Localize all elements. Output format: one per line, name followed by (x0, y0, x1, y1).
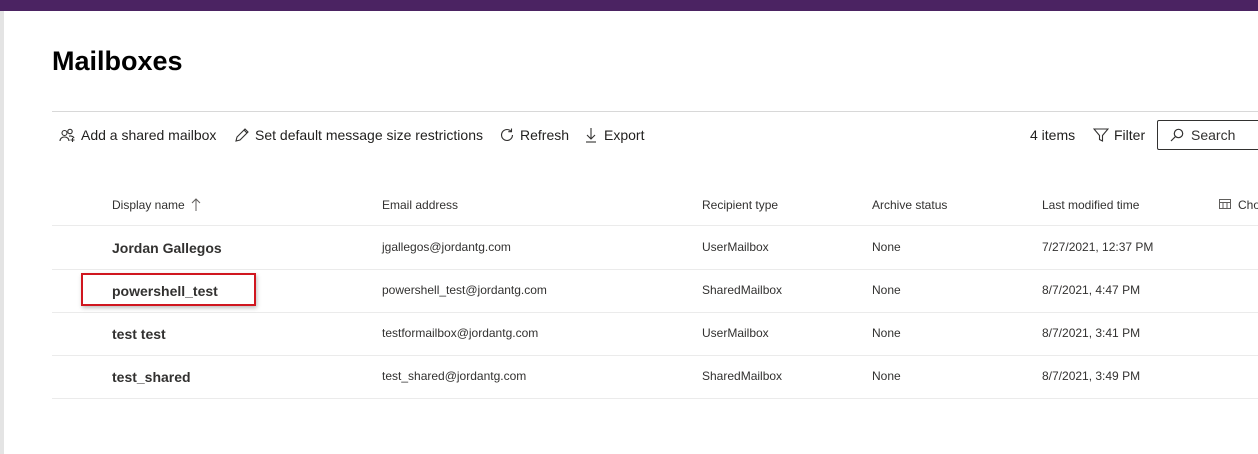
column-header-display-name[interactable]: Display name (112, 198, 202, 212)
row-archive-status: None (872, 283, 901, 297)
column-header-recipient-type[interactable]: Recipient type (702, 198, 778, 212)
choose-columns-button[interactable]: Cho (1219, 198, 1258, 212)
row-display-name[interactable]: test_shared (112, 369, 191, 385)
filter-label: Filter (1114, 127, 1146, 143)
row-archive-status: None (872, 369, 901, 383)
export-button[interactable]: Export (583, 124, 644, 146)
refresh-icon (500, 128, 514, 142)
add-shared-mailbox-button[interactable]: Add a shared mailbox (59, 124, 216, 146)
row-recipient-type: SharedMailbox (702, 283, 783, 297)
download-arrow-icon (586, 128, 596, 143)
item-count: 4 items (1030, 124, 1075, 146)
table-row[interactable]: test test testformailbox@jordantg.com Us… (52, 312, 1258, 356)
filter-button[interactable]: Filter (1093, 124, 1145, 146)
table-row[interactable]: test_shared test_shared@jordantg.com Sha… (52, 355, 1258, 399)
search-placeholder: Search (1191, 127, 1236, 143)
row-display-name[interactable]: test test (112, 326, 166, 342)
row-last-modified: 8/7/2021, 3:49 PM (1042, 369, 1141, 383)
search-input[interactable]: Search (1157, 120, 1258, 150)
row-email: powershell_test@jordantg.com (382, 283, 547, 297)
row-email: jgallegos@jordantg.com (382, 240, 511, 254)
row-archive-status: None (872, 240, 901, 254)
table-row[interactable]: Jordan Gallegos jgallegos@jordantg.com U… (52, 226, 1258, 270)
recipient-type-header-label: Recipient type (702, 198, 779, 212)
refresh-label: Refresh (520, 127, 570, 143)
funnel-icon (1093, 128, 1109, 142)
set-default-size-button[interactable]: Set default message size restrictions (234, 124, 483, 146)
row-last-modified: 8/7/2021, 3:41 PM (1042, 326, 1141, 340)
column-header-last-modified[interactable]: Last modified time (1042, 198, 1139, 212)
choose-columns-label: Cho (1238, 198, 1258, 212)
sort-ascending-arrow-icon (191, 198, 201, 211)
column-options-icon (1219, 199, 1231, 209)
add-people-icon (59, 128, 75, 142)
email-header-label: Email address (382, 198, 459, 212)
column-header-archive-status[interactable]: Archive status (872, 198, 947, 212)
last-modified-header-label: Last modified time (1042, 198, 1140, 212)
row-recipient-type: SharedMailbox (702, 369, 783, 383)
page-title: Mailboxes (52, 46, 183, 76)
archive-status-header-label: Archive status (872, 198, 948, 212)
column-header-email[interactable]: Email address (382, 198, 458, 212)
row-display-name[interactable]: Jordan Gallegos (112, 240, 222, 256)
search-icon (1170, 128, 1184, 142)
item-count-label: 4 items (1030, 127, 1076, 143)
left-nav-edge (0, 11, 4, 454)
export-label: Export (604, 127, 645, 143)
row-last-modified: 8/7/2021, 4:47 PM (1042, 283, 1141, 297)
top-app-bar (0, 0, 1258, 11)
row-last-modified: 7/27/2021, 12:37 PM (1042, 240, 1154, 254)
pencil-icon (235, 128, 249, 142)
selection-highlight-box (81, 273, 256, 306)
set-default-size-label: Set default message size restrictions (255, 127, 483, 143)
row-recipient-type: UserMailbox (702, 240, 769, 254)
refresh-button[interactable]: Refresh (499, 124, 569, 146)
title-divider (52, 111, 1258, 112)
row-email: testformailbox@jordantg.com (382, 326, 539, 340)
add-shared-mailbox-label: Add a shared mailbox (81, 127, 217, 143)
row-email: test_shared@jordantg.com (382, 369, 527, 383)
row-recipient-type: UserMailbox (702, 326, 769, 340)
row-archive-status: None (872, 326, 901, 340)
display-name-header-label: Display name (112, 198, 185, 212)
